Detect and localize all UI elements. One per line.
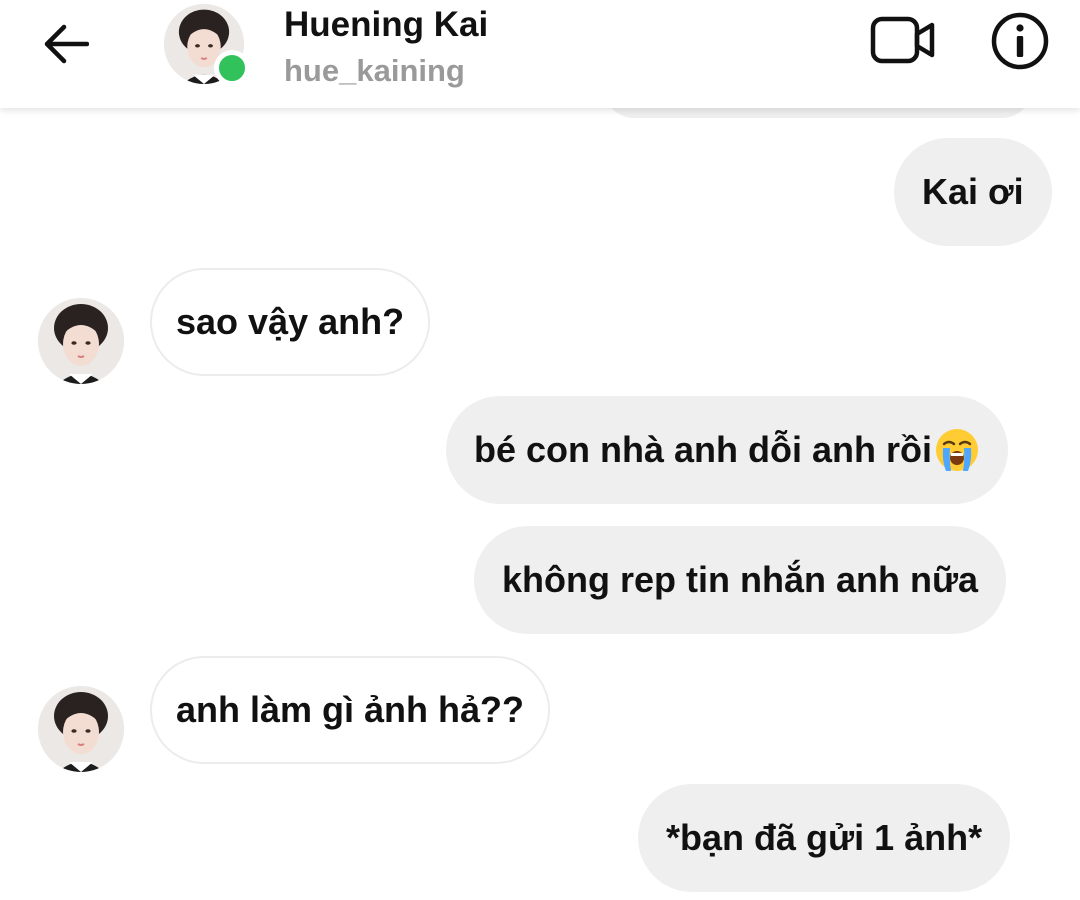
video-call-button[interactable] [868, 12, 938, 68]
message-text: bé con nhà anh dỗi anh rồi [474, 429, 933, 470]
chat-screen: Huening Kai hue_kaining Kai ơi sao vậy a… [0, 0, 1080, 900]
outgoing-message[interactable]: không rep tin nhắn anh nữa [474, 526, 1007, 634]
arrow-left-icon [44, 24, 89, 64]
outgoing-message[interactable]: Kai ơi [894, 138, 1052, 246]
incoming-message[interactable]: sao vậy anh? [150, 268, 431, 376]
chat-header: Huening Kai hue_kaining [0, 0, 1080, 108]
message-text: không rep tin nhắn anh nữa [502, 559, 979, 600]
message-text: *bạn đã gửi 1 ảnh* [666, 817, 983, 858]
contact-name[interactable]: Huening Kai [284, 4, 488, 46]
outgoing-message[interactable]: *bạn đã gửi 1 ảnh* [638, 784, 1011, 892]
avatar-photo [38, 298, 124, 384]
message-text: sao vậy anh? [176, 301, 405, 342]
video-camera-icon [870, 16, 935, 64]
conversation-info-button[interactable] [988, 10, 1052, 72]
back-button[interactable] [36, 16, 96, 72]
outgoing-message[interactable]: bé con nhà anh dỗi anh rồi [446, 396, 1009, 504]
incoming-message[interactable]: anh làm gì ảnh hả?? [150, 656, 551, 764]
message-text: anh làm gì ảnh hả?? [176, 689, 525, 730]
online-status-dot [214, 50, 250, 86]
contact-avatar[interactable] [164, 4, 250, 86]
loudly-crying-face-emoji [936, 429, 979, 471]
sender-avatar[interactable] [38, 298, 124, 384]
message-text: Kai ơi [922, 171, 1024, 212]
info-icon [991, 12, 1049, 70]
sender-avatar[interactable] [38, 686, 124, 772]
contact-username[interactable]: hue_kaining [284, 52, 465, 90]
avatar-photo [38, 686, 124, 772]
